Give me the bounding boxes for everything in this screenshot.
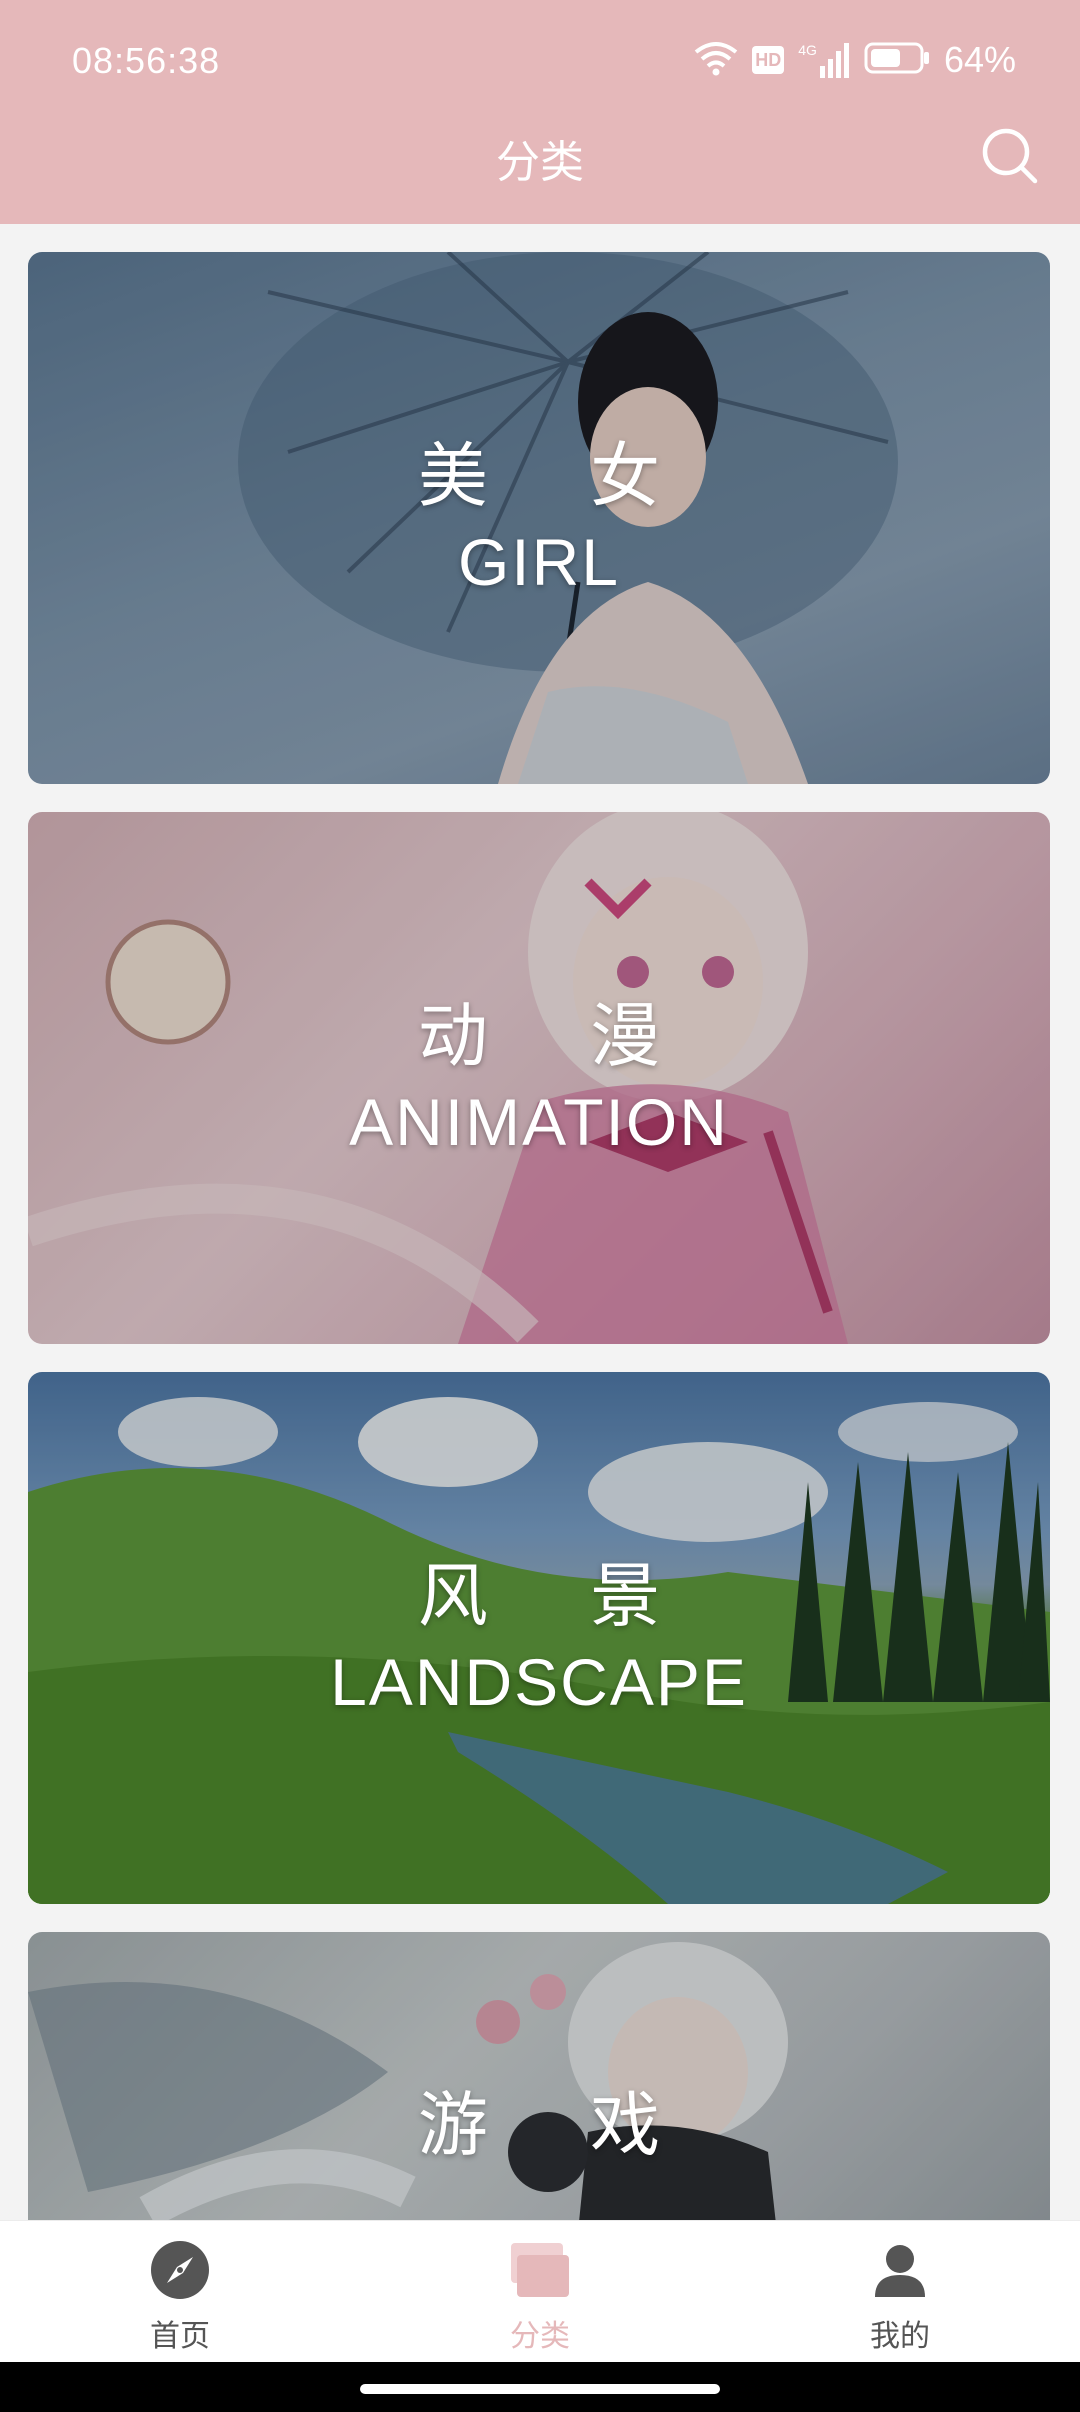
nav-label-category: 分类 [510,2319,570,2354]
nav-item-category[interactable]: 分类 [360,2221,720,2363]
signal-icon: 4G [798,42,850,78]
page-title: 分类 [496,137,584,188]
nav-item-home[interactable]: 首页 [0,2221,360,2363]
category-card-landscape[interactable]: 风 景 LANDSCAPE [28,1372,1050,1904]
hd-badge: HD [752,46,785,74]
category-list[interactable]: 美 女 GIRL 动 漫 ANIMATION 风 景 LANDSCAPE 游 戏 [0,224,1080,2220]
category-card-game[interactable]: 游 戏 [28,1932,1050,2220]
search-icon [980,126,1040,190]
status-icons: HD 4G 64% [694,38,1016,82]
home-gesture-bar[interactable] [360,2384,720,2394]
bottom-nav: 首页 分类 我的 [0,2220,1080,2363]
status-time: 08:56:38 [72,40,221,81]
network-label: 4G [798,42,817,58]
nav-label-home: 首页 [150,2319,210,2354]
category-title-en: GIRL [457,524,621,599]
category-title-cn: 动 漫 [417,995,701,1077]
search-button[interactable] [980,128,1040,188]
battery-icon [864,41,930,80]
category-title-cn: 美 女 [417,435,701,517]
nav-item-profile[interactable]: 我的 [720,2221,1080,2363]
battery-percent: 64% [943,39,1016,80]
category-title-cn: 游 戏 [417,2084,701,2166]
compass-icon [149,2239,211,2305]
category-card-girl[interactable]: 美 女 GIRL [28,252,1050,784]
nav-label-profile: 我的 [870,2319,930,2354]
category-title-cn: 风 景 [417,1555,701,1637]
person-icon [869,2239,931,2305]
category-card-animation[interactable]: 动 漫 ANIMATION [28,812,1050,1344]
wifi-icon [694,40,738,81]
gesture-area [0,2362,1080,2412]
category-icon [507,2239,573,2305]
app-header: 08:56:38 HD 4G 64% 分类 [0,0,1080,224]
category-title-en: ANIMATION [349,1084,729,1159]
category-title-en: LANDSCAPE [330,1644,748,1719]
